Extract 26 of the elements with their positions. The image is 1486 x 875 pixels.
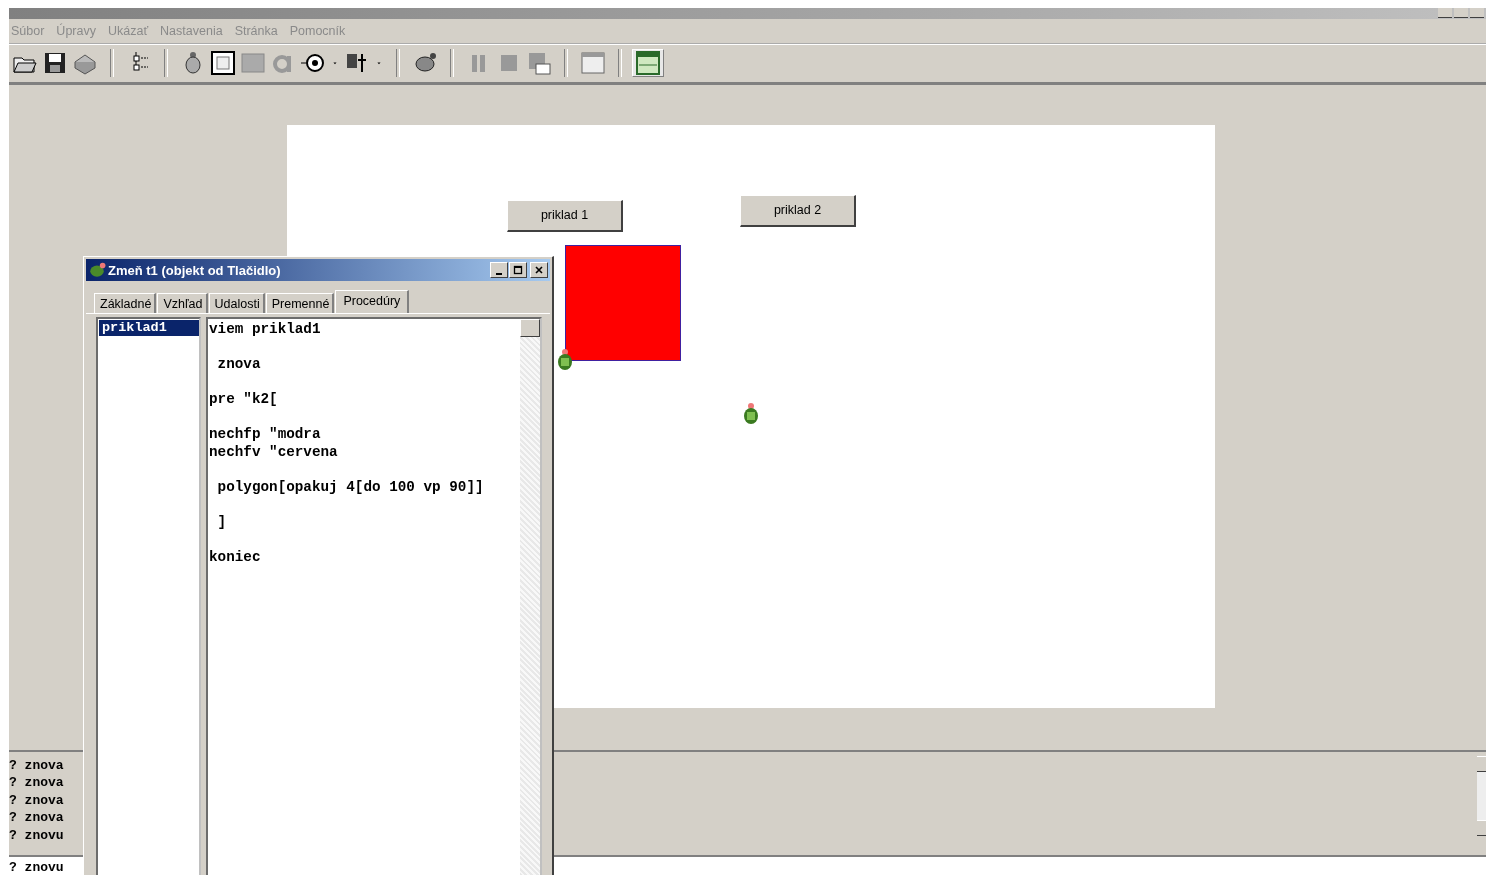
tab[interactable]: Procedúry <box>335 290 410 313</box>
history-line: ? znovu <box>9 826 65 844</box>
run-icon[interactable] <box>526 50 552 77</box>
history-line: ? znova <box>9 791 65 809</box>
page-button[interactable]: priklad 2 <box>740 194 856 227</box>
page-icon[interactable] <box>635 50 661 77</box>
tab[interactable]: Základné <box>94 293 157 313</box>
history-line: ? znova <box>9 809 65 827</box>
history-line: ? znova <box>9 774 65 792</box>
dialog-title: Zmeň t1 (objekt od Tlačidlo) <box>108 262 282 278</box>
minimize-icon <box>496 272 502 275</box>
maximize-icon <box>513 265 523 275</box>
tab[interactable]: Premenné <box>265 293 335 313</box>
close-button[interactable] <box>1470 8 1484 18</box>
tab[interactable]: Vzhľad <box>157 293 208 313</box>
code-editor[interactable]: viem priklad1 znova pre "k2[ nechfp "modra nechfv "cervena polygon[opakuj 4[do 100 vp 90]] ] koniec <box>206 317 542 875</box>
minimize-button[interactable] <box>1438 8 1452 18</box>
scrollbar[interactable] <box>520 319 540 875</box>
list-item[interactable]: priklad1 <box>99 320 199 336</box>
tab[interactable]: Udalosti <box>208 293 265 313</box>
code-text: viem priklad1 znova pre "k2[ nechfp "modra nechfv "cervena polygon[opakuj 4[do 100 vp 90]] ] koniec <box>208 320 485 567</box>
frame-icon[interactable] <box>210 50 236 77</box>
close-icon <box>534 265 544 275</box>
maximize-button[interactable] <box>1454 8 1468 18</box>
page-button[interactable]: priklad 1 <box>507 199 623 232</box>
history-line: ? znova <box>9 756 65 774</box>
